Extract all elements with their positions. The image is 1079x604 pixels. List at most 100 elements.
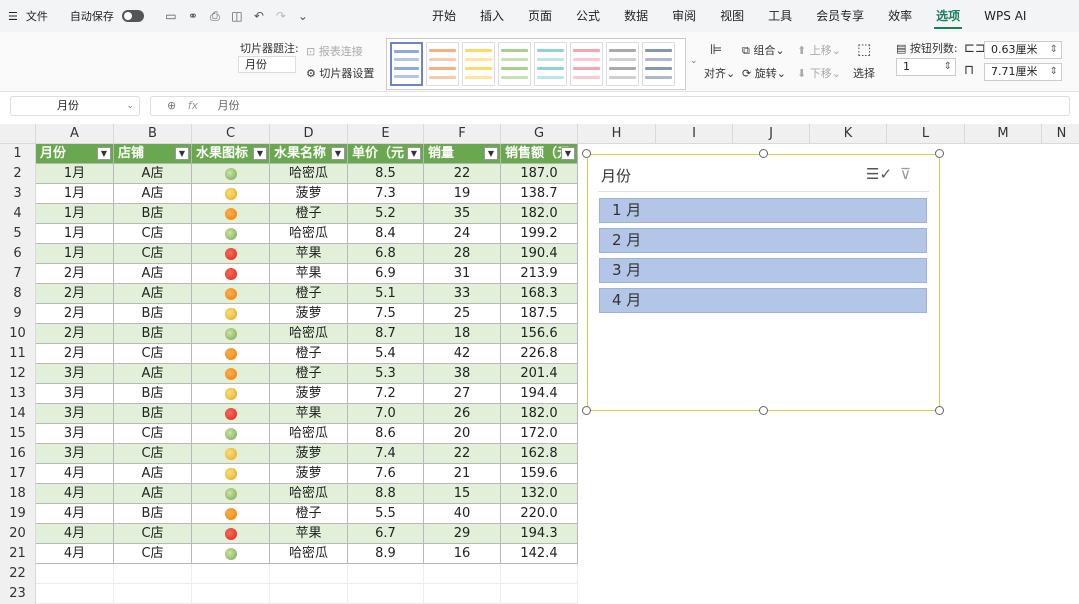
redo-icon[interactable]: ↷ [274, 9, 288, 23]
filter-dropdown-icon[interactable]: ▼ [331, 147, 345, 160]
table-header-cell[interactable]: 水果图标 ▼ [192, 144, 270, 164]
share-link-icon[interactable]: ⚭ [186, 9, 200, 23]
month-slicer[interactable]: 月份 ☰✓ ⊽ 1 月 2 月 3 月 4 月 [587, 154, 940, 411]
table-cell[interactable]: 6.7 [348, 524, 424, 544]
style-swatch-blue[interactable] [390, 42, 423, 86]
table-cell[interactable]: 7.6 [348, 464, 424, 484]
table-cell[interactable]: 8.8 [348, 484, 424, 504]
table-cell[interactable]: 4月 [36, 544, 114, 564]
table-cell[interactable]: 5.4 [348, 344, 424, 364]
table-cell[interactable]: 菠萝 [270, 464, 348, 484]
fruit-icon-cell[interactable] [192, 344, 270, 364]
table-cell[interactable]: 27 [424, 384, 501, 404]
table-cell[interactable]: 18 [424, 324, 501, 344]
empty-cell[interactable] [501, 564, 578, 584]
empty-cell[interactable] [501, 584, 578, 604]
row-header[interactable]: 7 [0, 264, 36, 284]
table-cell[interactable]: 190.4 [501, 244, 578, 264]
empty-cell[interactable] [114, 584, 192, 604]
button-cols-input[interactable]: 1 [896, 58, 956, 76]
table-cell[interactable]: 1月 [36, 244, 114, 264]
fruit-icon-cell[interactable] [192, 224, 270, 244]
table-cell[interactable]: 40 [424, 504, 501, 524]
tab-8[interactable]: 会员专享 [804, 0, 876, 32]
empty-cell[interactable] [36, 584, 114, 604]
table-cell[interactable]: 1月 [36, 164, 114, 184]
table-cell[interactable]: 苹果 [270, 244, 348, 264]
table-cell[interactable]: 3月 [36, 364, 114, 384]
name-box[interactable]: 月份 ⌄ [10, 96, 140, 116]
table-cell[interactable]: 哈密瓜 [270, 324, 348, 344]
table-cell[interactable]: 22 [424, 444, 501, 464]
table-cell[interactable]: C店 [114, 244, 192, 264]
table-cell[interactable]: 220.0 [501, 504, 578, 524]
slicer-item[interactable]: 4 月 [599, 288, 927, 313]
group-button[interactable]: ⧉ 组合⌄ [742, 42, 785, 58]
table-cell[interactable]: 172.0 [501, 424, 578, 444]
column-header[interactable]: I [656, 124, 733, 144]
table-cell[interactable]: C店 [114, 344, 192, 364]
table-cell[interactable]: 132.0 [501, 484, 578, 504]
hamburger-icon[interactable]: ☰ [8, 10, 18, 23]
table-cell[interactable]: 7.3 [348, 184, 424, 204]
table-cell[interactable]: 162.8 [501, 444, 578, 464]
move-down-button[interactable]: ⬇ 下移⌄ [797, 65, 841, 81]
fruit-icon-cell[interactable] [192, 464, 270, 484]
table-cell[interactable]: 菠萝 [270, 184, 348, 204]
select-icon[interactable]: ⬚ [857, 40, 871, 58]
style-swatch-green[interactable] [498, 42, 531, 86]
resize-handle[interactable] [582, 149, 591, 158]
height-input[interactable]: 0.63厘米 [984, 41, 1062, 59]
table-cell[interactable]: 1月 [36, 184, 114, 204]
table-cell[interactable]: 24 [424, 224, 501, 244]
table-cell[interactable]: 2月 [36, 324, 114, 344]
table-cell[interactable]: 4月 [36, 484, 114, 504]
table-cell[interactable]: 187.5 [501, 304, 578, 324]
tab-3[interactable]: 公式 [564, 0, 612, 32]
table-cell[interactable]: 201.4 [501, 364, 578, 384]
row-header[interactable]: 1 [0, 144, 36, 164]
fruit-icon-cell[interactable] [192, 264, 270, 284]
multi-select-icon[interactable]: ☰✓ [866, 165, 892, 183]
formula-input[interactable]: ⊕ fx 月份 [150, 96, 1070, 116]
table-cell[interactable]: 菠萝 [270, 304, 348, 324]
empty-cell[interactable] [192, 564, 270, 584]
table-header-cell[interactable]: 月份 ▼ [36, 144, 114, 164]
table-cell[interactable]: A店 [114, 184, 192, 204]
table-cell[interactable]: 6.8 [348, 244, 424, 264]
table-cell[interactable]: 7.2 [348, 384, 424, 404]
tab-4[interactable]: 数据 [612, 0, 660, 32]
table-cell[interactable]: 22 [424, 164, 501, 184]
column-header[interactable]: D [270, 124, 348, 144]
table-cell[interactable]: 8.6 [348, 424, 424, 444]
table-cell[interactable]: 8.9 [348, 544, 424, 564]
table-cell[interactable]: 33 [424, 284, 501, 304]
table-cell[interactable]: 4月 [36, 504, 114, 524]
table-cell[interactable]: 3月 [36, 424, 114, 444]
resize-handle[interactable] [759, 406, 768, 415]
table-cell[interactable]: 1月 [36, 224, 114, 244]
select-button[interactable]: 选择 [853, 65, 875, 81]
tab-2[interactable]: 页面 [516, 0, 564, 32]
column-header[interactable]: J [733, 124, 810, 144]
row-header[interactable]: 16 [0, 444, 36, 464]
tab-11[interactable]: WPS AI [972, 0, 1038, 32]
table-cell[interactable]: 26 [424, 404, 501, 424]
save-icon[interactable]: ▭ [164, 9, 178, 23]
tab-1[interactable]: 插入 [468, 0, 516, 32]
table-cell[interactable]: 3月 [36, 404, 114, 424]
table-cell[interactable]: 29 [424, 524, 501, 544]
empty-cell[interactable] [348, 584, 424, 604]
column-header[interactable]: N [1042, 124, 1079, 144]
fruit-icon-cell[interactable] [192, 444, 270, 464]
table-cell[interactable]: 19 [424, 184, 501, 204]
fruit-icon-cell[interactable] [192, 544, 270, 564]
fruit-icon-cell[interactable] [192, 424, 270, 444]
table-cell[interactable]: 7.4 [348, 444, 424, 464]
tab-5[interactable]: 审阅 [660, 0, 708, 32]
filter-dropdown-icon[interactable]: ▼ [97, 147, 111, 160]
slicer-item[interactable]: 1 月 [599, 198, 927, 223]
table-cell[interactable]: 橙子 [270, 344, 348, 364]
table-cell[interactable]: 菠萝 [270, 444, 348, 464]
row-header[interactable]: 14 [0, 404, 36, 424]
